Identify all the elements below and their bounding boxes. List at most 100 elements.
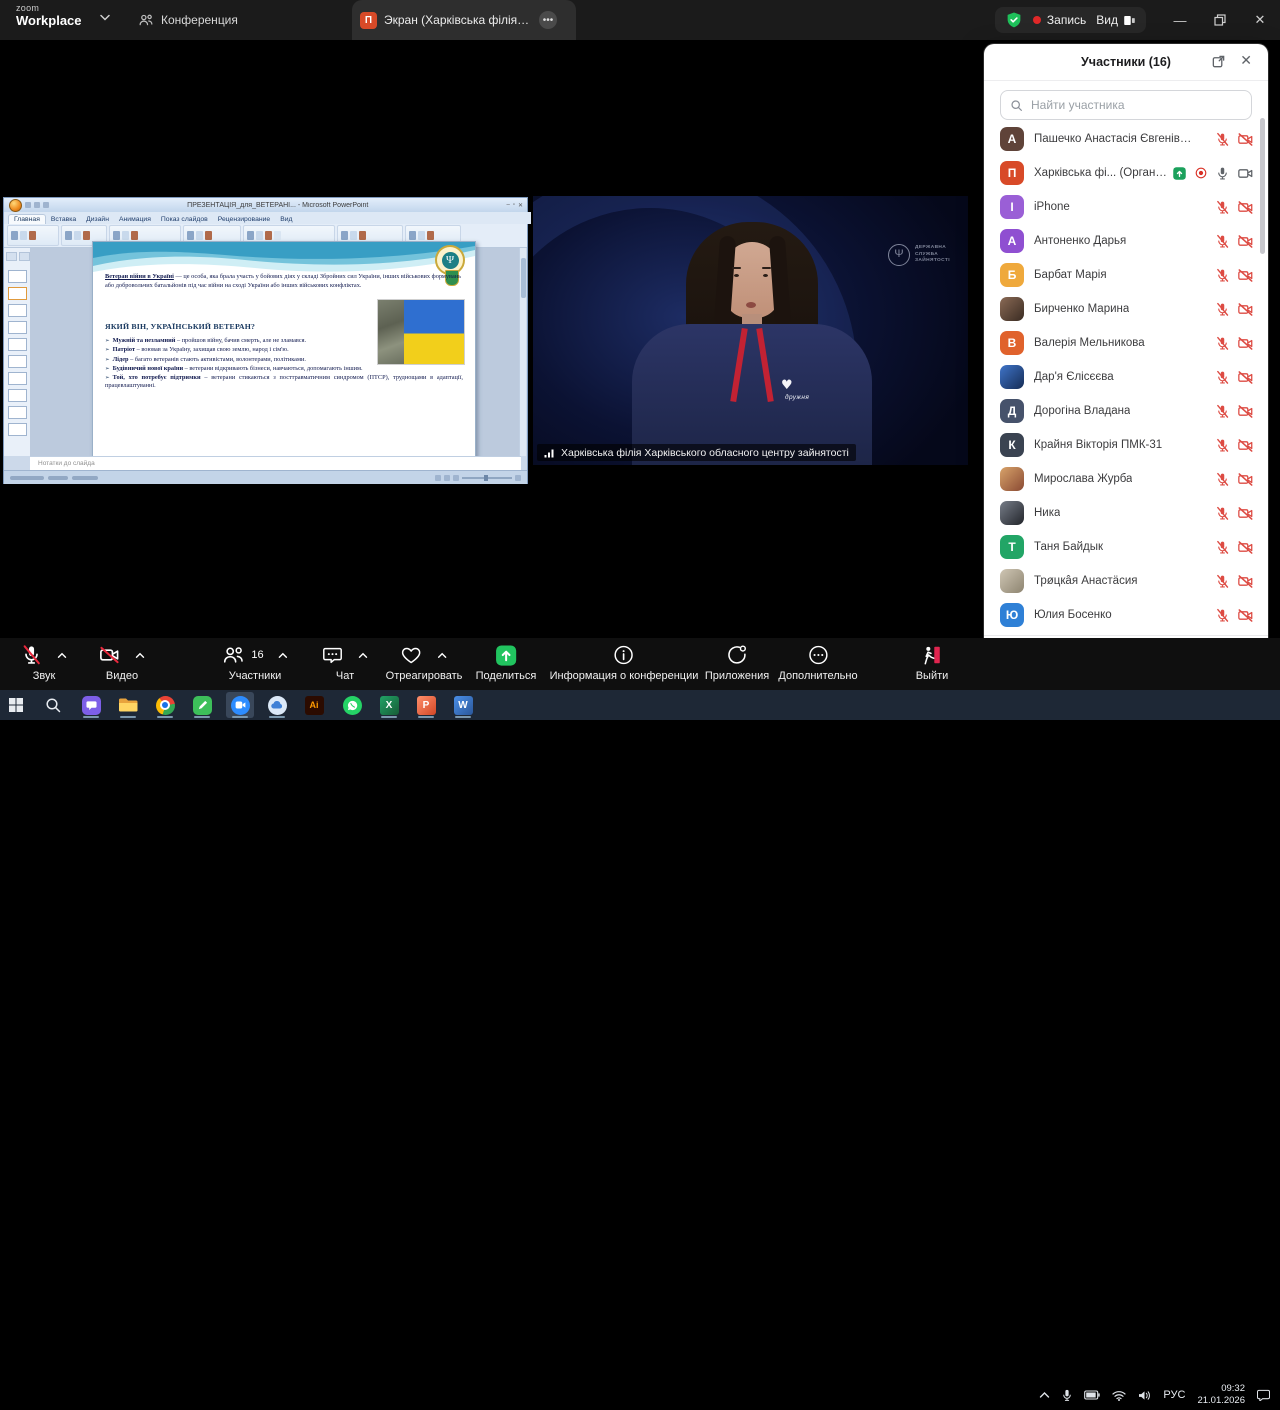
more-button[interactable]: Дополнительно <box>778 643 857 682</box>
whatsapp-taskbar-icon[interactable] <box>338 692 366 718</box>
speaker-person: ♥ дружня <box>533 196 968 465</box>
participant-search[interactable] <box>1000 90 1252 120</box>
ppt-ribbon-tab: Вид <box>275 215 297 224</box>
avatar: I <box>1000 195 1024 219</box>
tray-volume-icon[interactable] <box>1138 1390 1151 1401</box>
video-button[interactable]: Видео <box>99 643 146 682</box>
chevron-up-icon[interactable] <box>135 652 146 659</box>
participant-name: Юлия Босенко <box>1034 609 1112 621</box>
ppt-ribbon-tab: Рецензирование <box>213 215 275 224</box>
search-input[interactable] <box>1029 97 1242 113</box>
tab-conference[interactable]: Конференция <box>138 0 238 40</box>
cloud-app-taskbar-icon[interactable] <box>263 692 291 718</box>
toolbar-label: Приложения <box>705 670 769 682</box>
ppt-slide-canvas: Ψ Ветеран війни в Україні — це особа, як… <box>30 248 521 456</box>
toolbar-label: Выйти <box>916 670 949 682</box>
info-button[interactable]: Информация о конференции <box>550 643 699 682</box>
security-shield-icon[interactable] <box>1005 11 1023 29</box>
participant-row[interactable]: Дар'я Єлісєєва <box>984 360 1268 394</box>
viber-taskbar-icon[interactable] <box>77 692 105 718</box>
clock-date: 21.01.2026 <box>1197 1395 1245 1407</box>
chat-button[interactable]: Чат <box>322 643 369 682</box>
slide-thumbnail <box>8 270 27 283</box>
share-button[interactable]: Поделиться <box>476 643 537 682</box>
close-panel-icon[interactable]: ✕ <box>1240 52 1252 69</box>
audio-button[interactable]: Звук <box>21 643 68 682</box>
participant-row[interactable]: ДДорогіна Владана <box>984 394 1268 428</box>
tray-wifi-icon[interactable] <box>1112 1390 1126 1401</box>
chevron-up-icon[interactable] <box>437 652 448 659</box>
start-taskbar-icon[interactable] <box>2 692 30 718</box>
slide-thumbnail <box>8 389 27 402</box>
mic-muted-icon <box>1215 336 1230 351</box>
participant-name: Ника <box>1034 507 1060 519</box>
heart-logo: ♥ <box>781 378 793 393</box>
participant-row[interactable]: АПашечко Анастасія Євгенівна (Я) <box>984 122 1268 156</box>
word-taskbar-icon[interactable]: W <box>449 692 477 718</box>
tray-battery-icon[interactable] <box>1084 1390 1100 1400</box>
powerpoint-taskbar-icon[interactable]: P <box>412 692 440 718</box>
view-button[interactable]: Вид <box>1096 13 1136 27</box>
info-icon <box>613 644 635 666</box>
panel-scrollbar-thumb[interactable] <box>1260 118 1265 254</box>
ppt-window-controls: –▫✕ <box>506 202 523 209</box>
mic-muted-icon <box>1215 472 1230 487</box>
participant-row[interactable]: Ника <box>984 496 1268 530</box>
participant-row[interactable]: ККрайня Вікторія ПМК-31 <box>984 428 1268 462</box>
explorer-taskbar-icon[interactable] <box>114 692 142 718</box>
participant-row[interactable]: Трøцкâя Âнастäсия <box>984 564 1268 598</box>
chrome-taskbar-icon[interactable] <box>151 692 179 718</box>
avatar: Б <box>1000 263 1024 287</box>
participant-row[interactable]: Бирченко Марина <box>984 292 1268 326</box>
participant-name: Крайня Вікторія ПМК-31 <box>1034 439 1162 451</box>
recording-indicator[interactable]: Запись <box>1033 13 1086 27</box>
illustrator-taskbar-icon[interactable]: Ai <box>300 692 328 718</box>
notes-taskbar-icon[interactable] <box>188 692 216 718</box>
participant-row[interactable]: ЮЮлия Босенко <box>984 598 1268 632</box>
participant-name: Бирченко Марина <box>1034 303 1129 315</box>
tab-more-icon[interactable]: ••• <box>539 11 557 29</box>
slide-thumbnail <box>8 304 27 317</box>
react-button[interactable]: Отреагировать <box>386 643 463 682</box>
ppt-ribbon-tab: Главная <box>8 214 46 224</box>
excel-taskbar-icon[interactable]: X <box>375 692 403 718</box>
language-indicator[interactable]: РУС <box>1163 1389 1185 1401</box>
hidden-icons-chevron[interactable] <box>1039 1391 1050 1399</box>
notification-center-icon[interactable] <box>1257 1389 1270 1401</box>
participant-row[interactable]: Мирослава Журба <box>984 462 1268 496</box>
participant-row[interactable]: ББарбат Марія <box>984 258 1268 292</box>
participant-row[interactable]: ААнтоненко Дарья <box>984 224 1268 258</box>
search-taskbar-icon[interactable] <box>39 692 67 718</box>
mic-muted-icon <box>1215 608 1230 623</box>
mic-muted-icon <box>1215 370 1230 385</box>
recording-label: Запись <box>1047 13 1086 27</box>
slide-thumbnail <box>8 287 27 300</box>
tray-microphone-icon[interactable] <box>1062 1389 1072 1402</box>
apps-button[interactable]: Приложения <box>705 643 769 682</box>
zoom-taskbar-icon[interactable] <box>226 692 254 718</box>
camera-off-icon <box>1237 335 1254 352</box>
participant-row[interactable]: ВВалерія Мельникова <box>984 326 1268 360</box>
zoom-workplace-logo[interactable]: zoom Workplace <box>16 4 82 27</box>
avatar: П <box>1000 161 1024 185</box>
tab-screen-share[interactable]: П Экран (Харківська філія Харківс ••• <box>352 0 576 40</box>
participant-row[interactable]: ПХарківська фі... (Организатор) <box>984 156 1268 190</box>
chevron-down-icon[interactable] <box>100 14 110 21</box>
participant-row[interactable]: ТТаня Байдык <box>984 530 1268 564</box>
brand-zoom: zoom <box>16 4 82 13</box>
restore-button[interactable] <box>1200 0 1240 40</box>
ppt-scrollbar-thumb <box>521 258 526 298</box>
leave-button[interactable]: Выйти <box>916 643 949 682</box>
mic-muted-icon <box>1215 132 1230 147</box>
taskbar-clock[interactable]: 09:32 21.01.2026 <box>1197 1383 1245 1407</box>
participants-button[interactable]: 16Участники <box>221 643 288 682</box>
popout-icon[interactable] <box>1211 54 1226 69</box>
chevron-up-icon[interactable] <box>358 652 369 659</box>
close-button[interactable]: ✕ <box>1240 0 1280 40</box>
chevron-up-icon[interactable] <box>278 652 289 659</box>
quick-access-icon <box>25 202 31 208</box>
participant-row[interactable]: IiPhone <box>984 190 1268 224</box>
chevron-up-icon[interactable] <box>57 652 68 659</box>
screen-share-badge-icon <box>1172 166 1187 181</box>
minimize-button[interactable]: — <box>1160 0 1200 40</box>
